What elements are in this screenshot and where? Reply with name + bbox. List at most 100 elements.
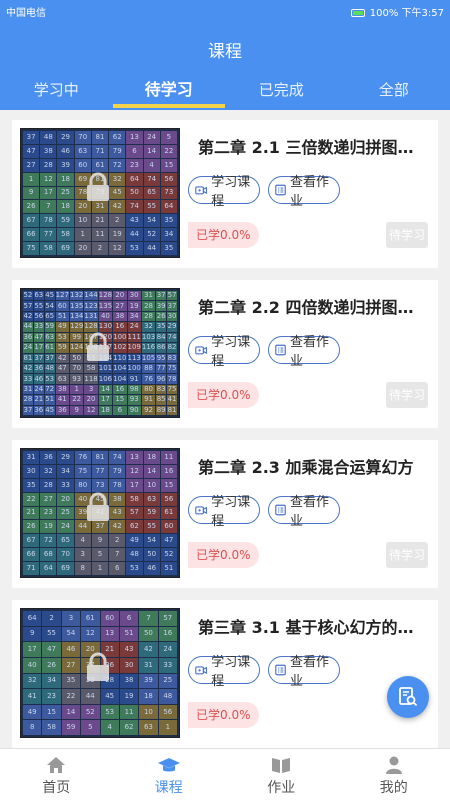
grid-cell: 28 <box>40 158 57 172</box>
course-card[interactable]: 52 63 45 127 132 144 128 20 30 31 37 57 57 55 54 60 135 1… <box>12 280 438 428</box>
grid-cell: 50 <box>126 186 143 200</box>
grid-cell: 2 <box>42 611 61 626</box>
grid-cell: 29 <box>57 451 74 464</box>
grid-cell: 52 <box>81 704 100 720</box>
grid-cell: 118 <box>84 374 98 384</box>
grid-cell: 117 <box>98 343 113 353</box>
grid-cell: 74 <box>126 200 143 214</box>
view-homework-button[interactable]: 查看作业 <box>268 495 340 529</box>
grid-cell: 45 <box>44 405 55 415</box>
grid-cell: 66 <box>23 548 40 562</box>
study-course-button[interactable]: 学习课程 <box>188 495 260 529</box>
grid-cell: 33 <box>57 478 74 492</box>
grid-cell: 78 <box>74 186 91 200</box>
study-course-button[interactable]: 学习课程 <box>188 175 260 209</box>
grid-cell: 83 <box>156 384 167 395</box>
nav-home[interactable]: 首页 <box>0 749 113 800</box>
study-course-button[interactable]: 学习课程 <box>188 655 260 689</box>
course-title[interactable]: 第二章 2.3 加乘混合运算幻方 <box>198 454 428 478</box>
study-course-button[interactable]: 学习课程 <box>188 335 260 369</box>
grid-cell: 33 <box>23 374 33 384</box>
status-button[interactable]: 待学习 <box>386 542 428 568</box>
grid-cell: 14 <box>98 384 113 395</box>
grid-cell: 89 <box>156 405 167 415</box>
course-title[interactable]: 第二章 2.1 三倍数递归拼图幻... <box>198 134 428 158</box>
grid-cell: 11 <box>119 704 139 720</box>
grid-cell: 135 <box>70 301 84 311</box>
tab-completed[interactable]: 已完成 <box>225 74 338 110</box>
grid-cell: 99 <box>70 332 84 343</box>
tab-to-learn[interactable]: 待学习 <box>112 74 226 110</box>
grid-cell: 72 <box>40 534 57 548</box>
grid-cell: 120 <box>98 332 113 343</box>
grid-cell: 39 <box>139 673 158 689</box>
course-title[interactable]: 第二章 2.2 四倍数递归拼图幻... <box>198 294 428 318</box>
grid-cell: 62 <box>126 520 143 534</box>
grid-cell: 62 <box>119 720 139 735</box>
view-homework-button[interactable]: 查看作业 <box>268 335 340 369</box>
grid-cell: 8 <box>23 720 42 735</box>
view-homework-button[interactable]: 查看作业 <box>268 655 340 689</box>
list-icon <box>275 664 286 676</box>
grid-cell: 42 <box>139 642 158 657</box>
grid-cell: 55 <box>143 200 160 214</box>
course-title[interactable]: 第三章 3.1 基于核心幻方的矩... <box>198 614 428 638</box>
grid-cell: 69 <box>57 242 74 255</box>
grid-cell: 26 <box>23 200 40 214</box>
course-card[interactable]: 64 2 3 61 60 6 7 57 9 55 54 12 13 51 50 16 17 47 46 20 21 43 4… <box>12 600 438 748</box>
status-button[interactable]: 待学习 <box>386 382 428 408</box>
nav-courses[interactable]: 课程 <box>113 749 226 800</box>
course-card[interactable]: 37 48 29 70 81 62 13 24 5 47 38 46 63 71 79 6 14 22 27 28 39… <box>12 120 438 268</box>
tab-learning[interactable]: 学习中 <box>0 74 113 110</box>
grid-cell: 9 <box>23 186 40 200</box>
grid-cell: 25 <box>57 186 74 200</box>
carrier-label: 中国电信 <box>6 8 46 19</box>
grid-cell: 15 <box>42 704 61 720</box>
status-bar: 中国电信 100% 下午3:57 <box>0 0 450 22</box>
grid-cell: 54 <box>143 214 160 228</box>
nav-profile[interactable]: 我的 <box>338 749 450 800</box>
grid-cell: 64 <box>160 200 177 214</box>
grid-cell: 50 <box>70 353 84 363</box>
list-icon <box>275 504 286 516</box>
status-button[interactable]: 待学习 <box>386 222 428 248</box>
grid-cell: 144 <box>84 291 98 301</box>
grid-cell: 53 <box>126 562 143 575</box>
grid-cell: 26 <box>42 657 61 673</box>
grid-cell: 30 <box>119 657 139 673</box>
nav-homework[interactable]: 作业 <box>225 749 338 800</box>
grid-cell: 60 <box>100 611 119 626</box>
grid-cell: 48 <box>40 131 57 144</box>
grid-cell: 32 <box>23 673 42 689</box>
grid-cell: 63 <box>33 291 44 301</box>
grid-cell: 46 <box>33 374 44 384</box>
view-homework-button[interactable]: 查看作业 <box>268 175 340 209</box>
grid-cell: 91 <box>141 395 156 405</box>
grid-cell: 31 <box>23 384 33 395</box>
grid-cell: 69 <box>57 562 74 575</box>
graduation-cap-icon <box>157 758 180 772</box>
grid-cell: 18 <box>143 451 160 464</box>
grid-cell: 48 <box>44 363 55 374</box>
grid-cell: 18 <box>98 405 113 415</box>
course-list[interactable]: 37 48 29 70 81 62 13 24 5 47 38 46 63 71 79 6 14 22 27 28 39… <box>0 110 450 748</box>
grid-cell: 51 <box>55 311 69 322</box>
study-course-label: 学习课程 <box>211 335 251 369</box>
grid-cell: 70 <box>74 131 91 144</box>
grid-cell: 55 <box>33 301 44 311</box>
grid-cell: 78 <box>167 374 177 384</box>
grid-cell: 42 <box>55 353 69 363</box>
grid-cell: 21 <box>23 506 40 520</box>
grid-cell: 113 <box>127 353 141 363</box>
grid-cell: 91 <box>127 374 141 384</box>
tab-all[interactable]: 全部 <box>338 74 450 110</box>
battery-level: 100% <box>369 8 399 19</box>
course-card[interactable]: 31 36 29 76 81 74 13 18 11 30 32 34 75 77 79 12 14 16 35 28… <box>12 440 438 588</box>
grid-cell: 12 <box>109 242 126 255</box>
grid-cell: 15 <box>160 158 177 172</box>
grid-cell: 82 <box>167 343 177 353</box>
search-homework-fab[interactable] <box>387 676 429 718</box>
grid-cell: 25 <box>158 673 177 689</box>
grid-cell: 124 <box>70 343 84 353</box>
grid-cell: 42 <box>109 200 126 214</box>
